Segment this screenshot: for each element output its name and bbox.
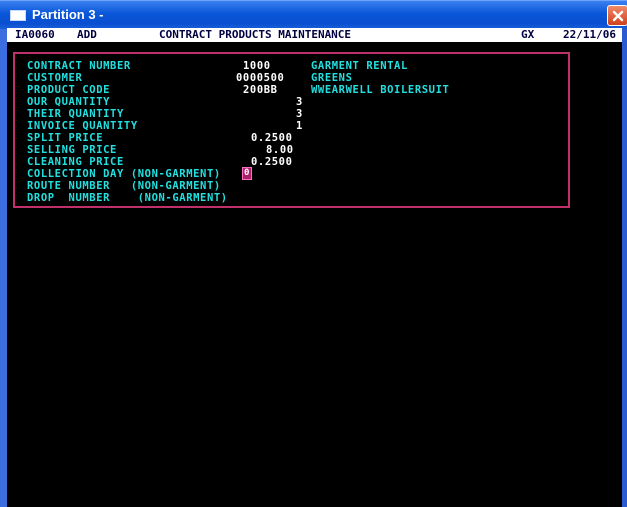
field-product-code: PRODUCT CODE 200BB WWEARWELL BOILERSUIT xyxy=(15,84,572,96)
field-our-quantity: OUR QUANTITY 3 xyxy=(15,96,572,108)
field-description: GREENS xyxy=(311,72,353,84)
field-label: SPLIT PRICE xyxy=(27,132,104,144)
field-label: SELLING PRICE xyxy=(27,144,117,156)
field-drop-number: DROP NUMBER (NON-GARMENT) xyxy=(15,192,572,204)
field-value[interactable]: 8.00 xyxy=(266,144,294,156)
field-value[interactable]: 0.2500 xyxy=(251,156,293,168)
field-value[interactable]: 3 xyxy=(296,96,303,108)
close-button[interactable] xyxy=(607,5,627,26)
field-route-number: ROUTE NUMBER (NON-GARMENT) xyxy=(15,180,572,192)
mode-indicator: ADD xyxy=(77,28,97,41)
field-label: CUSTOMER xyxy=(27,72,83,84)
field-value[interactable]: 0000500 xyxy=(236,72,284,84)
collection-day-input[interactable]: 0 xyxy=(242,167,252,180)
field-label: THEIR QUANTITY xyxy=(27,108,124,120)
field-description: GARMENT RENTAL xyxy=(311,60,408,72)
field-collection-day: COLLECTION DAY (NON-GARMENT) 0 xyxy=(15,167,572,180)
field-value[interactable]: 1000 xyxy=(243,60,271,72)
field-contract-number: CONTRACT NUMBER 1000 GARMENT RENTAL xyxy=(15,60,572,72)
screen-header: IA0060 ADD CONTRACT PRODUCTS MAINTENANCE… xyxy=(7,28,622,42)
field-label: OUR QUANTITY xyxy=(27,96,111,108)
field-label: CLEANING PRICE xyxy=(27,156,124,168)
header-date: 22/11/06 xyxy=(563,28,616,41)
field-selling-price: SELLING PRICE 8.00 xyxy=(15,144,572,156)
title-bar[interactable]: Partition 3 - xyxy=(0,0,627,29)
field-value[interactable]: 200BB xyxy=(243,84,278,96)
screen-title: CONTRACT PRODUCTS MAINTENANCE xyxy=(159,28,352,41)
program-code: IA0060 xyxy=(15,28,55,41)
field-label: COLLECTION DAY (NON-GARMENT) xyxy=(27,168,221,180)
window-title: Partition 3 - xyxy=(32,7,104,22)
contract-product-form: CONTRACT NUMBER 1000 GARMENT RENTAL CUST… xyxy=(13,52,570,208)
field-split-price: SPLIT PRICE 0.2500 xyxy=(15,132,572,144)
field-label: ROUTE NUMBER (NON-GARMENT) xyxy=(27,180,221,192)
field-value[interactable]: 0.2500 xyxy=(251,132,293,144)
field-their-quantity: THEIR QUANTITY 3 xyxy=(15,108,572,120)
field-label: INVOICE QUANTITY xyxy=(27,120,138,132)
terminal-screen[interactable]: CONTRACT NUMBER 1000 GARMENT RENTAL CUST… xyxy=(7,42,622,507)
field-value[interactable]: 1 xyxy=(296,120,303,132)
terminal-window: Partition 3 - IA0060 ADD CONTRACT PRODUC… xyxy=(0,0,627,507)
field-label: PRODUCT CODE xyxy=(27,84,111,96)
company-code: GX xyxy=(521,28,535,41)
terminal-window-icon xyxy=(10,10,26,21)
field-customer: CUSTOMER 0000500 GREENS xyxy=(15,72,572,84)
field-description: WWEARWELL BOILERSUIT xyxy=(311,84,450,96)
field-value[interactable]: 3 xyxy=(296,108,303,120)
field-cleaning-price: CLEANING PRICE 0.2500 xyxy=(15,156,572,168)
field-label: CONTRACT NUMBER xyxy=(27,60,131,72)
field-label: DROP NUMBER (NON-GARMENT) xyxy=(27,192,228,204)
close-icon xyxy=(612,10,624,22)
field-invoice-quantity: INVOICE QUANTITY 1 xyxy=(15,120,572,132)
